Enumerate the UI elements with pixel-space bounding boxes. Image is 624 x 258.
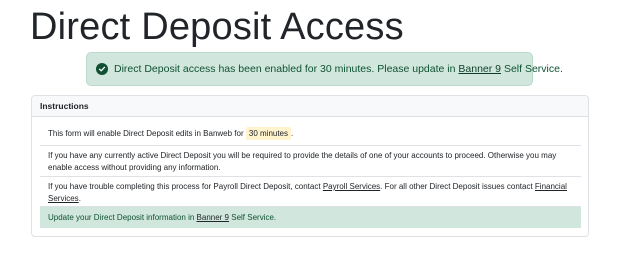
banner-9-link[interactable]: Banner 9 <box>458 63 501 75</box>
duration-highlight: 30 minutes <box>245 126 292 141</box>
instructions-list: This form will enable Direct Deposit edi… <box>40 122 581 228</box>
page-title: Direct Deposit Access <box>30 6 404 48</box>
check-circle-icon <box>96 63 108 75</box>
item-text-middle: . For all other Direct Deposit issues co… <box>380 182 533 191</box>
item-text: This form will enable Direct Deposit edi… <box>48 128 244 138</box>
instructions-card: Instructions This form will enable Direc… <box>31 95 589 237</box>
card-header: Instructions <box>32 96 588 117</box>
item-text-suffix: Self Service. <box>231 212 277 222</box>
list-item: This form will enable Direct Deposit edi… <box>40 122 581 146</box>
list-item: If you have trouble completing this proc… <box>40 177 581 207</box>
alert-text: Direct Deposit access has been enabled f… <box>114 63 456 75</box>
item-text: Update your Direct Deposit information i… <box>48 212 195 222</box>
list-item-success: Update your Direct Deposit information i… <box>40 207 581 228</box>
item-text-suffix: . <box>291 128 294 138</box>
list-item: If you have any currently active Direct … <box>40 146 581 177</box>
alert-text-suffix: Self Service. <box>503 63 563 75</box>
item-text-suffix: . <box>78 193 81 203</box>
payroll-services-link[interactable]: Payroll Services <box>323 182 380 191</box>
item-text: If you have any currently active Direct … <box>48 151 557 172</box>
success-alert: Direct Deposit access has been enabled f… <box>86 52 563 86</box>
item-text: If you have trouble completing this proc… <box>48 182 321 191</box>
banner-9-link-secondary[interactable]: Banner 9 <box>197 212 229 224</box>
